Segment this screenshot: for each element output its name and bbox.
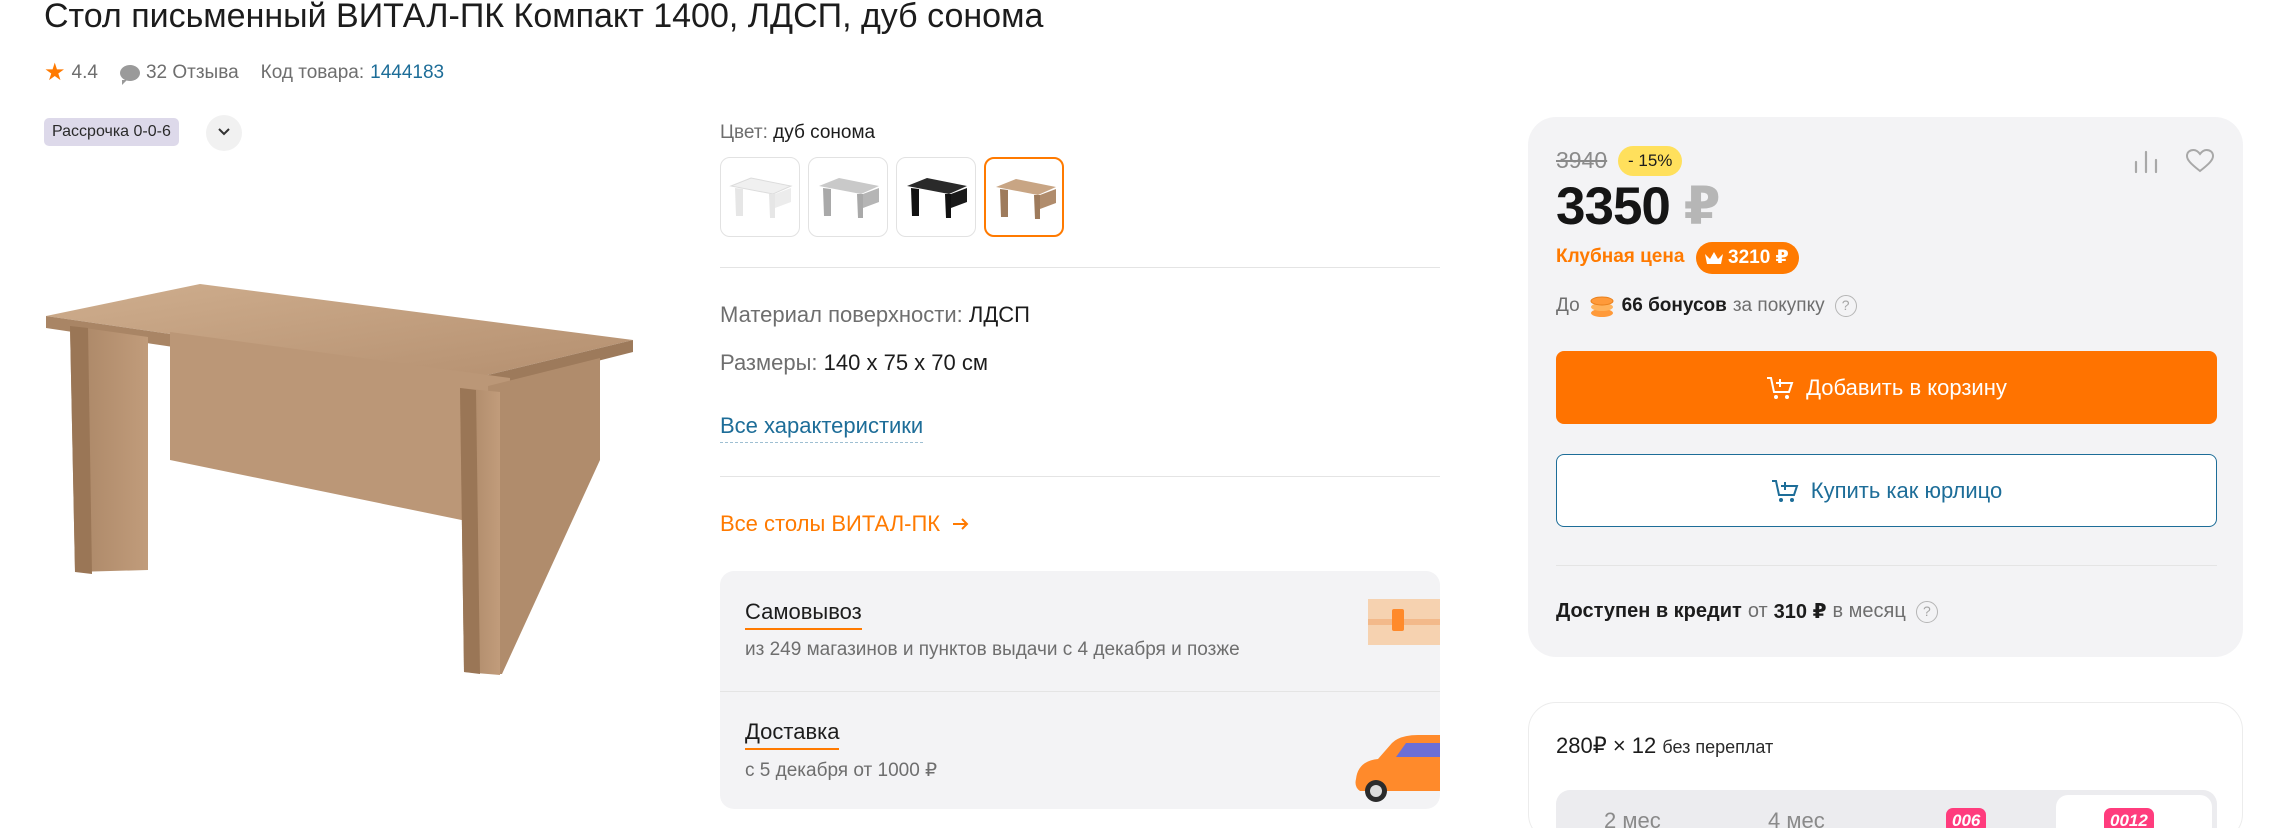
- current-price: 3350 ₽: [1556, 176, 1721, 237]
- bonus-value: 66 бонусов: [1621, 295, 1727, 316]
- product-image[interactable]: [40, 270, 640, 705]
- courier-title: Доставка: [745, 719, 840, 750]
- buy-as-legal-entity-label: Купить как юрлицо: [1810, 477, 2003, 503]
- help-icon[interactable]: ?: [1915, 600, 1938, 623]
- pickup-option[interactable]: Самовывоз: [745, 599, 862, 630]
- desk-grey-thumbnail: [819, 178, 879, 218]
- pickup-title: Самовывоз: [745, 599, 862, 630]
- add-to-cart-label: Добавить в корзину: [1806, 374, 2007, 400]
- credit-label: Доступен в кредит: [1556, 600, 1742, 622]
- credit-info: Доступен в кредит от 310 ₽ в месяц ?: [1556, 599, 1938, 624]
- product-code-label: Код товара:: [260, 62, 365, 83]
- installment-tab-0012[interactable]: 0012: [2104, 808, 2154, 828]
- installment-summary-value: 280₽ × 12: [1556, 733, 1657, 758]
- installment-tab-4[interactable]: 4 мес: [1768, 808, 1825, 828]
- chevron-down-icon: [218, 128, 230, 136]
- delivery-options: Самовывоз из 249 магазинов и пунктов выд…: [720, 571, 1440, 809]
- comment-icon: [119, 65, 140, 85]
- bonus-prefix: До: [1556, 295, 1580, 316]
- club-price-value: 3210 ₽: [1728, 247, 1789, 268]
- all-specs-link[interactable]: Все характеристики: [720, 413, 924, 443]
- spec-size-value: 140 x 75 x 70 см: [823, 350, 989, 375]
- car-icon: [1355, 735, 1440, 802]
- desk-white-thumbnail: [729, 177, 793, 218]
- add-to-cart-button[interactable]: Добавить в корзину: [1556, 351, 2217, 424]
- price-value: 3350: [1556, 177, 1671, 236]
- star-icon: ★: [44, 59, 66, 86]
- arrow-right-icon: [953, 518, 969, 530]
- divider: [720, 267, 1440, 268]
- coins-icon: [1590, 296, 1614, 317]
- reviews-link[interactable]: 32 Отзыва: [146, 62, 239, 84]
- installment-tab-2[interactable]: 2 мес: [1604, 808, 1661, 828]
- spec-material: Материал поверхности: ЛДСП: [720, 302, 1030, 328]
- credit-suffix: в месяц: [1832, 600, 1906, 622]
- courier-subtitle: с 5 декабря от 1000 ₽: [745, 760, 938, 781]
- color-swatch-sonoma-oak[interactable]: [984, 157, 1064, 237]
- spec-material-value: ЛДСП: [968, 302, 1030, 327]
- credit-value: 310 ₽: [1773, 601, 1827, 623]
- all-tables-link-text: Все столы ВИТАЛ-ПК: [720, 511, 941, 536]
- color-label-text: Цвет:: [720, 122, 768, 143]
- spec-size: Размеры: 140 x 75 x 70 см: [720, 350, 988, 376]
- divider: [720, 691, 1440, 692]
- color-swatch-grey[interactable]: [808, 157, 888, 237]
- desk-image: [46, 284, 633, 675]
- buy-as-legal-entity-button[interactable]: Купить как юрлицо: [1556, 454, 2217, 527]
- discount-badge: - 15%: [1618, 146, 1683, 176]
- bonus-info: До 66 бонусов за покупку ?: [1556, 293, 1857, 319]
- heart-icon[interactable]: [2185, 148, 2215, 174]
- box-icon: [1368, 599, 1440, 645]
- installment-summary-note: без переплат: [1662, 737, 1774, 757]
- old-price: 3940: [1556, 147, 1608, 173]
- product-meta: ★ 4.4 32 Отзыва Код товара: 1444183: [44, 58, 444, 88]
- product-title: Стол письменный ВИТАЛ-ПК Компакт 1400, Л…: [44, 0, 1044, 35]
- desk-oak-thumbnail: [996, 179, 1056, 219]
- product-code[interactable]: 1444183: [370, 62, 444, 84]
- spec-size-label: Размеры:: [720, 350, 818, 375]
- installment-badge[interactable]: Рассрочка 0-0-6: [44, 118, 179, 146]
- color-swatch-black[interactable]: [896, 157, 976, 237]
- all-tables-link[interactable]: Все столы ВИТАЛ-ПК: [720, 511, 970, 537]
- divider: [1556, 565, 2217, 566]
- cart-plus-icon: [1771, 479, 1799, 502]
- club-price-label: Клубная цена: [1556, 246, 1685, 267]
- bonus-suffix: за покупку: [1732, 295, 1825, 316]
- color-swatch-white[interactable]: [720, 157, 800, 237]
- color-label: Цвет: дуб сонома: [720, 122, 875, 144]
- rating-value: 4.4: [71, 62, 98, 83]
- crown-icon: [1705, 252, 1723, 264]
- club-price-badge: 3210 ₽: [1696, 242, 1799, 274]
- installment-summary: 280₽ × 12 без переплат: [1556, 733, 1773, 759]
- divider: [720, 476, 1440, 477]
- installment-tab-006[interactable]: 006: [1946, 808, 1987, 828]
- help-icon[interactable]: ?: [1834, 295, 1857, 317]
- spec-material-label: Материал поверхности:: [720, 302, 963, 327]
- pickup-subtitle: из 249 магазинов и пунктов выдачи с 4 де…: [745, 639, 1240, 660]
- price-currency: ₽: [1683, 177, 1721, 236]
- cart-plus-icon: [1767, 376, 1794, 399]
- courier-option[interactable]: Доставка: [745, 719, 840, 750]
- compare-icon[interactable]: [2132, 148, 2160, 174]
- installment-expand-button[interactable]: [206, 115, 242, 151]
- credit-from: от: [1747, 600, 1768, 622]
- desk-black-thumbnail: [907, 178, 967, 218]
- color-value: дуб сонома: [773, 122, 876, 143]
